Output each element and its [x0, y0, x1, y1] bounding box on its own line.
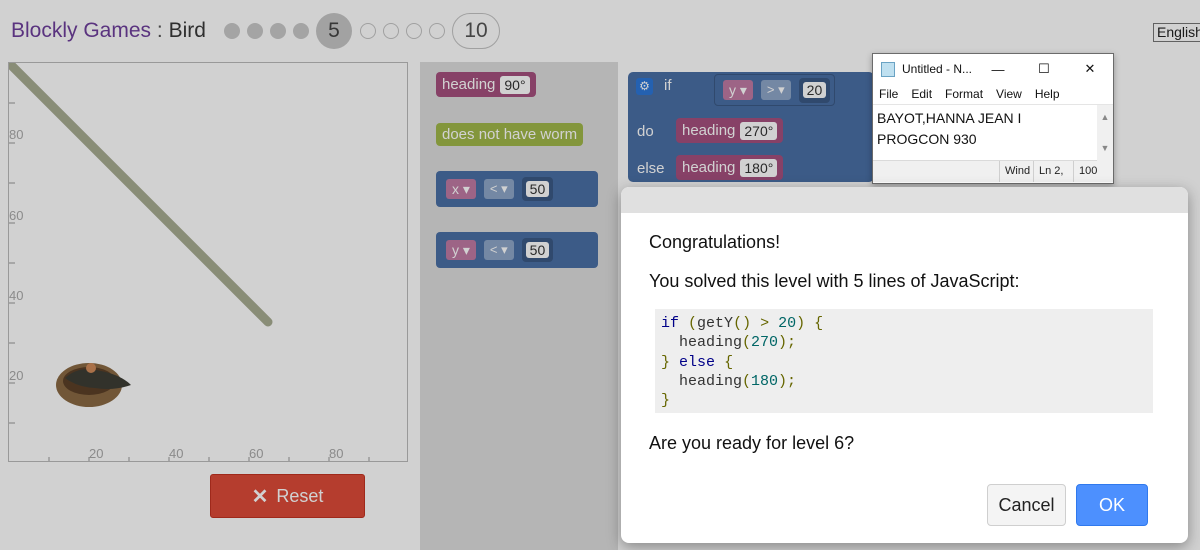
- notepad-text-area[interactable]: BAYOT,HANNA JEAN I PROGCON 930 ▲ ▼: [873, 104, 1113, 161]
- menu-file[interactable]: File: [879, 87, 898, 101]
- notepad-statusbar: Wind Ln 2, 100: [873, 160, 1113, 182]
- menu-edit[interactable]: Edit: [911, 87, 932, 101]
- cancel-button[interactable]: Cancel: [987, 484, 1066, 526]
- notepad-line-2: PROGCON 930: [877, 131, 977, 147]
- dialog-titlebar[interactable]: [621, 187, 1188, 213]
- notepad-icon: [881, 61, 895, 77]
- close-icon[interactable]: ✕: [1067, 61, 1113, 77]
- menu-format[interactable]: Format: [945, 87, 983, 101]
- notepad-line-1: BAYOT,HANNA JEAN I: [877, 110, 1022, 126]
- notepad-menu: File Edit Format View Help: [873, 84, 1113, 104]
- menu-view[interactable]: View: [996, 87, 1022, 101]
- notepad-title: Untitled - N...: [902, 62, 973, 76]
- minimize-icon[interactable]: —: [975, 62, 1021, 77]
- solution-code: if (getY() > 20) { heading(270); } else …: [655, 309, 1153, 413]
- dialog-congrats-text: Congratulations!: [649, 232, 781, 252]
- menu-help[interactable]: Help: [1035, 87, 1060, 101]
- dialog-ready-text: Are you ready for level 6?: [649, 433, 855, 453]
- dialog-solved-text: You solved this level with 5 lines of Ja…: [649, 271, 1020, 291]
- scroll-up-icon[interactable]: ▲: [1101, 107, 1110, 128]
- status-zoom: 100: [1073, 161, 1113, 182]
- ok-button[interactable]: OK: [1076, 484, 1148, 526]
- notepad-window[interactable]: Untitled - N... — ☐ ✕ File Edit Format V…: [872, 53, 1114, 184]
- congratulations-dialog: Congratulations! You solved this level w…: [621, 187, 1188, 543]
- status-line-ending: Wind: [999, 161, 1033, 182]
- notepad-titlebar[interactable]: Untitled - N... — ☐ ✕: [873, 54, 1113, 84]
- maximize-icon[interactable]: ☐: [1021, 61, 1067, 77]
- status-position: Ln 2,: [1033, 161, 1073, 182]
- scroll-down-icon[interactable]: ▼: [1101, 138, 1110, 159]
- notepad-scrollbar[interactable]: ▲ ▼: [1097, 105, 1113, 161]
